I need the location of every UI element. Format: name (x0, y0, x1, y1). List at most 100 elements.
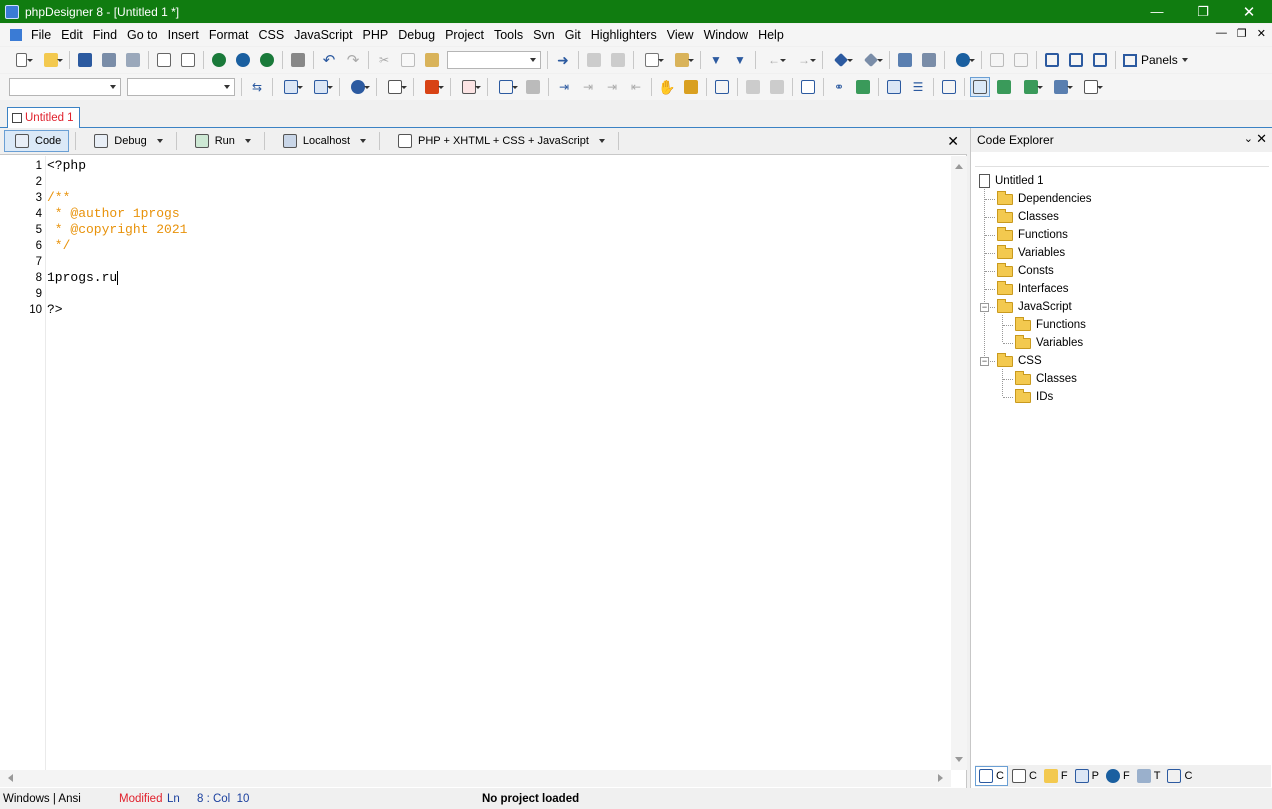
step-over-icon[interactable] (767, 77, 787, 97)
preview-icon[interactable] (209, 50, 229, 70)
snippet-edit-icon[interactable] (858, 50, 884, 70)
find-filter-icon[interactable] (639, 50, 665, 70)
list-icon[interactable]: ☰ (908, 77, 928, 97)
menu-format[interactable]: Format (204, 28, 254, 42)
code-line[interactable]: * @copyright 2021 (47, 222, 188, 238)
color-pick-icon[interactable] (419, 77, 445, 97)
arrow-r4-icon[interactable]: ⇤ (626, 77, 646, 97)
tree-item-interfaces[interactable]: Interfaces (997, 280, 1069, 298)
tree-item-consts[interactable]: Consts (997, 262, 1054, 280)
server-icon[interactable] (1048, 77, 1074, 97)
browser-icon[interactable] (233, 50, 253, 70)
font-combo[interactable] (9, 78, 121, 96)
tree-item-css[interactable]: CSS (997, 352, 1042, 370)
tree-item-dependencies[interactable]: Dependencies (997, 190, 1092, 208)
split-vertical-icon[interactable] (1066, 50, 1086, 70)
horizontal-scrollbar[interactable] (0, 770, 951, 787)
link-out-icon[interactable] (523, 77, 543, 97)
wrap-icon[interactable]: ⇆ (247, 77, 267, 97)
frame-icon[interactable] (939, 77, 959, 97)
table-icon[interactable] (278, 77, 304, 97)
filter-next-icon[interactable]: ▼ (730, 50, 750, 70)
code-mode-button[interactable]: Code (4, 130, 70, 152)
code-line[interactable]: ?> (47, 302, 63, 318)
panel-left-icon[interactable] (987, 50, 1007, 70)
collapse-javascript-icon[interactable]: − (980, 303, 989, 312)
new-file-icon[interactable] (8, 50, 34, 70)
menu-window[interactable]: Window (699, 28, 753, 42)
tree-item-variables[interactable]: Variables (997, 244, 1065, 262)
tab-code-explorer[interactable]: C (975, 766, 1008, 786)
tree-item-functions[interactable]: Functions (997, 226, 1068, 244)
menu-view[interactable]: View (662, 28, 699, 42)
uncomment-icon[interactable] (608, 50, 628, 70)
duplicate-icon[interactable] (178, 50, 198, 70)
close-editor-icon[interactable]: ✕ (947, 133, 959, 150)
menu-svn[interactable]: Svn (528, 28, 560, 42)
tab-project[interactable]: P (1072, 766, 1102, 786)
web-icon[interactable] (257, 50, 277, 70)
menu-goto[interactable]: Go to (122, 28, 163, 42)
menu-tools[interactable]: Tools (489, 28, 528, 42)
code-line[interactable]: 1progs.ru (47, 270, 119, 286)
mdi-restore-icon[interactable]: ❐ (1237, 27, 1247, 40)
code-view-icon[interactable] (970, 77, 990, 97)
tree-item-js-functions[interactable]: Functions (1015, 316, 1086, 334)
filter-icon[interactable]: ▼ (706, 50, 726, 70)
copy-icon[interactable] (398, 50, 418, 70)
document-format-icon[interactable] (382, 77, 408, 97)
spell-icon[interactable] (681, 77, 701, 97)
eraser-icon[interactable] (895, 50, 915, 70)
save-icon[interactable] (75, 50, 95, 70)
tree-item-classes[interactable]: Classes (997, 208, 1059, 226)
localhost-button[interactable]: Localhost (273, 130, 373, 152)
arrow-r2-icon[interactable]: ⇥ (578, 77, 598, 97)
mdi-minimize-icon[interactable]: — (1216, 27, 1227, 40)
menu-insert[interactable]: Insert (163, 28, 204, 42)
menu-highlighters[interactable]: Highlighters (586, 28, 662, 42)
tree-item-css-ids[interactable]: IDs (1015, 388, 1053, 406)
copy-file-icon[interactable] (154, 50, 174, 70)
undo-icon[interactable]: ↶ (319, 50, 339, 70)
chain-icon[interactable]: ⚭ (829, 77, 849, 97)
minimize-button[interactable]: — (1134, 0, 1180, 23)
bookmark-icon[interactable] (669, 50, 695, 70)
tree-root[interactable]: Untitled 1 (979, 172, 1044, 190)
indent-icon[interactable]: ➜ (553, 50, 573, 70)
panel-right-icon[interactable] (1011, 50, 1031, 70)
code-line[interactable]: /** (47, 190, 70, 206)
menu-find[interactable]: Find (88, 28, 122, 42)
paste-icon[interactable] (422, 50, 442, 70)
mdi-close-icon[interactable]: ✕ (1257, 27, 1266, 40)
debug-button[interactable]: Debug (84, 130, 169, 152)
run-button[interactable]: Run (185, 130, 258, 152)
tab-files[interactable]: F (1041, 766, 1071, 786)
menu-php[interactable]: PHP (358, 28, 394, 42)
tab-todo[interactable]: T (1134, 766, 1164, 786)
tree-item-js-variables[interactable]: Variables (1015, 334, 1083, 352)
collapse-css-icon[interactable]: − (980, 357, 989, 366)
hand-icon[interactable]: ✋ (657, 77, 677, 97)
form-icon[interactable] (308, 77, 334, 97)
explorer-filter[interactable] (975, 153, 1269, 167)
code-area[interactable]: <?php /** * @author 1progs * @copyright 2… (47, 156, 951, 770)
run-icon[interactable] (994, 77, 1014, 97)
vertical-scrollbar[interactable] (951, 156, 967, 770)
pin-icon[interactable]: ⌄ (1244, 132, 1253, 145)
arrow-right-icon[interactable]: ⇥ (554, 77, 574, 97)
tab-comments[interactable]: C (1009, 766, 1040, 786)
menu-css[interactable]: CSS (253, 28, 289, 42)
tree-item-javascript[interactable]: JavaScript (997, 298, 1072, 316)
open-file-icon[interactable] (38, 50, 64, 70)
tab-untitled-1[interactable]: Untitled 1 (7, 107, 80, 128)
lasso-icon[interactable] (493, 77, 519, 97)
menu-git[interactable]: Git (560, 28, 586, 42)
restore-button[interactable]: ❐ (1180, 0, 1226, 23)
save-all-icon[interactable] (123, 50, 143, 70)
menu-debug[interactable]: Debug (393, 28, 440, 42)
snippet-icon[interactable] (828, 50, 854, 70)
panels-button[interactable]: Panels (1119, 50, 1192, 70)
cut-icon[interactable]: ✂ (374, 50, 394, 70)
close-button[interactable]: ✕ (1226, 0, 1272, 23)
cascade-icon[interactable] (1090, 50, 1110, 70)
